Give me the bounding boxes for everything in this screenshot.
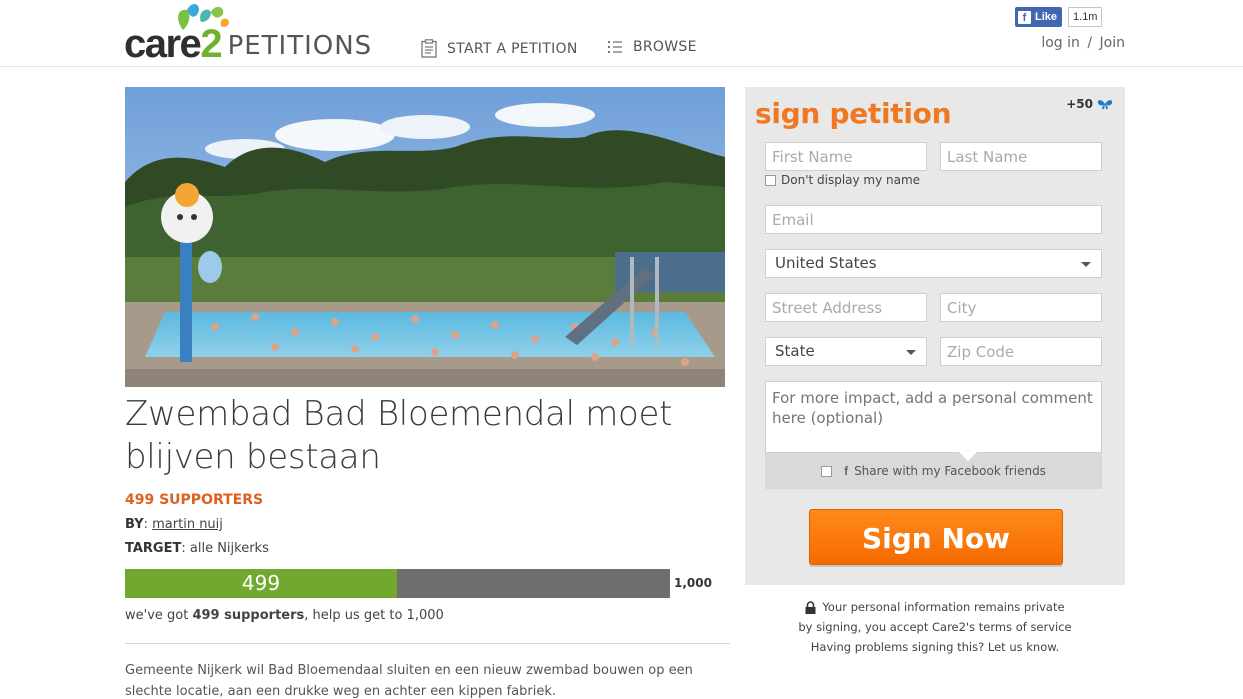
sign-petition-panel: sign petition +50 Don't display my name … xyxy=(745,87,1125,585)
privacy-line-1: Your personal information remains privat… xyxy=(745,597,1125,617)
state-select-value: State xyxy=(775,342,815,360)
care2-logo[interactable]: care 2 PETITIONS xyxy=(124,22,373,66)
divider xyxy=(125,643,730,644)
sign-petition-heading: sign petition xyxy=(755,97,952,130)
facebook-icon: f xyxy=(1018,10,1031,24)
facebook-like-count: 1.1m xyxy=(1068,7,1103,27)
nav-browse[interactable]: BROWSE xyxy=(607,39,697,55)
state-select[interactable]: State xyxy=(765,337,927,366)
progress-message-prefix: we've got xyxy=(125,608,193,623)
first-name-input[interactable] xyxy=(765,142,927,171)
email-input[interactable] xyxy=(765,205,1102,234)
blue-butterfly-icon xyxy=(1097,100,1113,110)
chevron-down-icon xyxy=(906,350,916,355)
country-select-value: United States xyxy=(775,254,877,272)
goal-label: 1,000 xyxy=(674,576,712,590)
list-icon xyxy=(608,41,622,53)
city-input[interactable] xyxy=(940,293,1102,322)
supporter-count: 499 SUPPORTERS xyxy=(125,492,264,508)
nav-start-petition[interactable]: START A PETITION xyxy=(421,39,578,58)
facebook-like-button[interactable]: f Like xyxy=(1015,7,1063,27)
street-address-input[interactable] xyxy=(765,293,927,322)
petition-description: Gemeente Nijkerk wil Bad Bloemendaal slu… xyxy=(125,663,693,699)
sign-now-button[interactable]: Sign Now xyxy=(809,509,1063,565)
hide-name-checkbox[interactable] xyxy=(765,174,776,186)
nav-browse-label: BROWSE xyxy=(633,39,697,55)
progress-message-suffix: , help us get to 1,000 xyxy=(304,608,444,623)
author-label: BY xyxy=(125,517,144,532)
last-name-input[interactable] xyxy=(940,142,1102,171)
join-link[interactable]: Join xyxy=(1100,35,1125,51)
petition-hero-image xyxy=(125,87,725,387)
nav-start-petition-label: START A PETITION xyxy=(447,40,578,57)
target-label: TARGET xyxy=(125,541,182,556)
country-select[interactable]: United States xyxy=(765,249,1102,278)
progress-message: we've got 499 supporters, help us get to… xyxy=(125,608,444,623)
petition-target-row: TARGET: alle Nijkerks xyxy=(125,541,269,556)
auth-links: log in / Join xyxy=(1041,35,1125,51)
login-link[interactable]: log in xyxy=(1041,35,1080,51)
bonus-points-label: +50 xyxy=(1066,97,1093,111)
petition-title: Zwembad Bad Bloemendal moet blijven best… xyxy=(125,394,673,477)
site-header: care 2 PETITIONS START A PETITION BROWSE f… xyxy=(0,0,1243,67)
facebook-like-widget[interactable]: f Like 1.1m xyxy=(1015,7,1103,27)
facebook-share-label: Share with my Facebook friends xyxy=(854,464,1046,478)
lock-icon xyxy=(805,600,816,614)
facebook-icon: f xyxy=(844,464,849,478)
facebook-share-option[interactable]: f Share with my Facebook friends xyxy=(765,452,1102,489)
privacy-line-1-text: Your personal information remains privat… xyxy=(822,600,1065,614)
auth-separator: / xyxy=(1087,35,1093,51)
zip-code-input[interactable] xyxy=(940,337,1102,366)
logo-two-text: 2 xyxy=(200,22,222,66)
hide-name-label: Don't display my name xyxy=(781,173,921,187)
chevron-down-icon xyxy=(1081,262,1091,267)
hide-name-option[interactable]: Don't display my name xyxy=(765,173,920,187)
target-value: alle Nijkerks xyxy=(189,541,269,556)
privacy-notice: Your personal information remains privat… xyxy=(745,597,1125,657)
progress-fill: 499 xyxy=(125,569,397,598)
report-problem-text[interactable]: Having problems signing this? Let us kno… xyxy=(745,637,1125,657)
petition-author-row: BY: martin nuij xyxy=(125,517,223,532)
comment-notch xyxy=(959,452,977,461)
terms-of-service-text[interactable]: by signing, you accept Care2's terms of … xyxy=(745,617,1125,637)
signature-progress-bar: 499 xyxy=(125,569,670,598)
personal-comment-textarea[interactable] xyxy=(765,381,1102,453)
author-link[interactable]: martin nuij xyxy=(152,517,223,532)
bonus-points: +50 xyxy=(1066,97,1113,111)
facebook-share-checkbox[interactable] xyxy=(821,465,833,477)
clipboard-icon xyxy=(421,39,437,58)
progress-message-bold: 499 supporters xyxy=(192,608,305,623)
logo-petitions-text: PETITIONS xyxy=(227,31,373,61)
logo-care-text: care xyxy=(124,22,202,66)
facebook-like-label: Like xyxy=(1035,11,1058,23)
